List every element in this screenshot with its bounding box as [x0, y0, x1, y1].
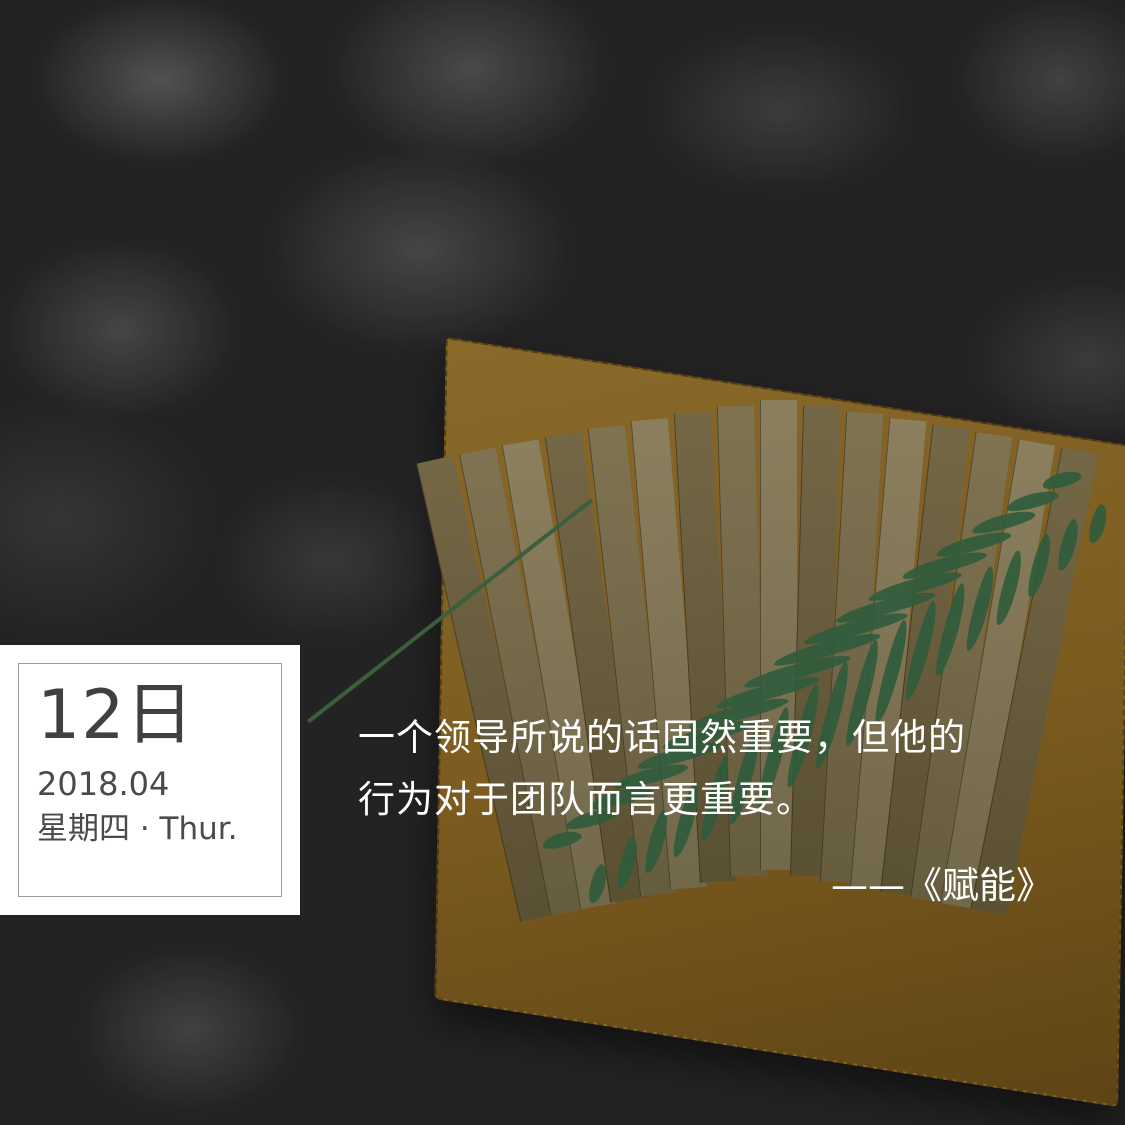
- day-of-month: 12日: [37, 676, 195, 755]
- quote-source: ——《赋能》: [831, 864, 1053, 907]
- weekday: 星期四 · Thur.: [37, 811, 238, 847]
- date-card: 12日 2018.04 星期四 · Thur.: [0, 645, 300, 915]
- quote-text: 一个领导所说的话固然重要，但他的 行为对于团队而言更重要。: [358, 707, 1078, 831]
- quote-line-1: 一个领导所说的话固然重要，但他的: [358, 716, 966, 759]
- year-month: 2018.04: [37, 765, 170, 803]
- date-card-frame: 12日 2018.04 星期四 · Thur.: [18, 663, 282, 897]
- daily-quote-card: 12日 2018.04 星期四 · Thur. 一个领导所说的话固然重要，但他的…: [0, 0, 1125, 1125]
- quote-line-2: 行为对于团队而言更重要。: [358, 778, 814, 821]
